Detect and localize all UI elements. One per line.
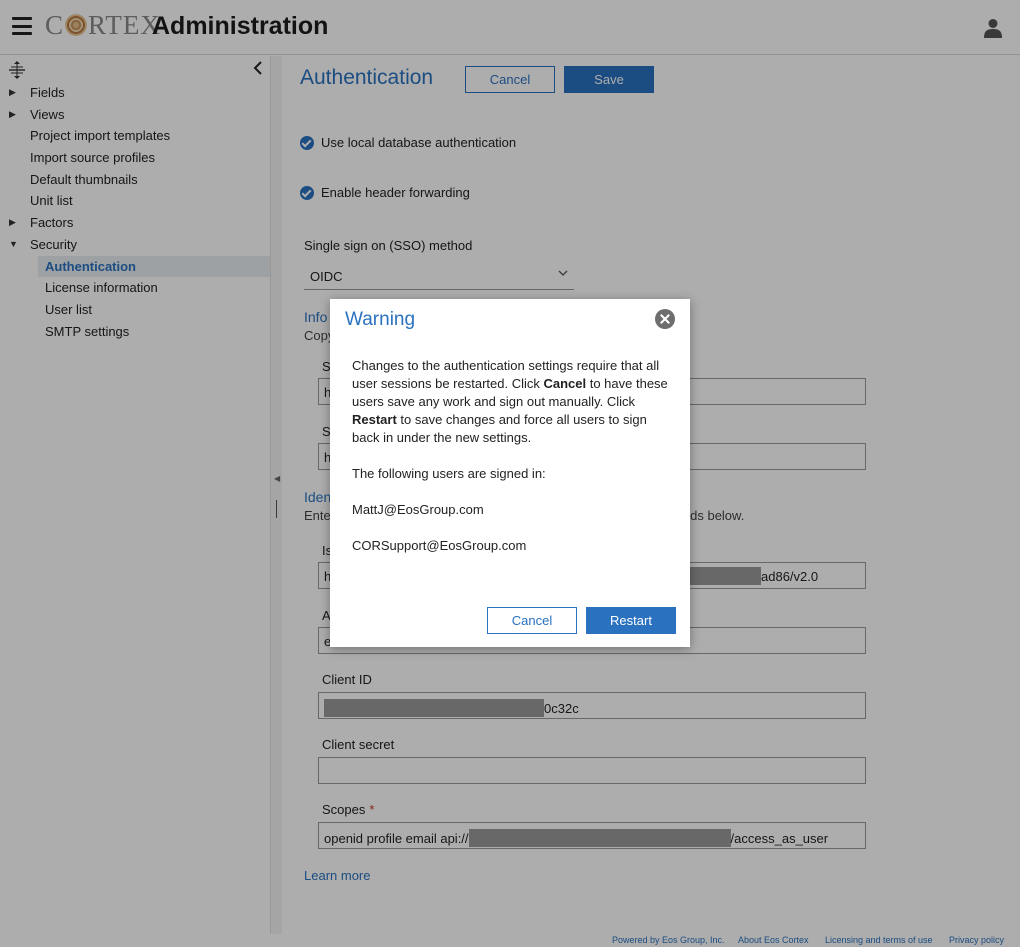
dialog-message: Changes to the authentication settings r… [352,357,672,573]
dialog-title: Warning [345,309,416,330]
warning-dialog: Warning Changes to the authentication se… [330,299,690,647]
signed-in-user: CORSupport@EosGroup.com [352,538,527,553]
dialog-restart-button[interactable]: Restart [586,607,676,634]
close-icon[interactable] [655,309,675,329]
signed-in-user: MattJ@EosGroup.com [352,502,484,517]
signed-in-users-heading: The following users are signed in: [352,466,546,481]
dialog-paragraph: Changes to the authentication settings r… [352,358,668,445]
dialog-cancel-button[interactable]: Cancel [487,607,577,634]
